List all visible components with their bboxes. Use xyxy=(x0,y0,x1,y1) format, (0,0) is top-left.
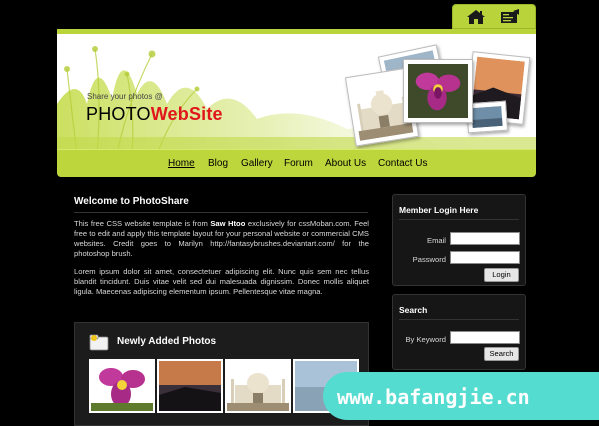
watermark-banner: www.bafangjie.cn xyxy=(323,372,599,420)
mail-icon[interactable] xyxy=(499,9,521,25)
nav-gallery[interactable]: Gallery xyxy=(241,158,273,169)
member-login-box: Member Login Here Email Password Login xyxy=(392,194,526,286)
thumb-sunset[interactable] xyxy=(157,359,223,413)
folder-icon xyxy=(89,334,109,351)
site-logo[interactable]: PHOTOWebSite xyxy=(86,104,223,125)
email-field[interactable] xyxy=(450,232,520,245)
header-banner: Share your photos @ PHOTOWebSite xyxy=(57,29,536,149)
nav-blog[interactable]: Blog xyxy=(208,158,228,169)
nav-about-us[interactable]: About Us xyxy=(325,158,366,169)
tagline: Share your photos @ xyxy=(87,92,163,101)
heading-divider xyxy=(74,212,368,213)
newly-added-photos-panel: Newly Added Photos xyxy=(74,322,369,426)
intro-text-pre: This free CSS website template is from xyxy=(74,219,211,228)
watermark-text: www.bafangjie.cn xyxy=(337,385,530,409)
newly-added-title: Newly Added Photos xyxy=(117,336,217,347)
top-icon-tab xyxy=(452,4,536,29)
search-box: Search By Keyword Search xyxy=(392,294,526,370)
nav-forum[interactable]: Forum xyxy=(284,158,313,169)
keyword-field[interactable] xyxy=(450,331,520,344)
logo-part2: WebSite xyxy=(150,104,223,124)
logo-part1: PHOTO xyxy=(86,104,151,124)
login-title: Member Login Here xyxy=(399,205,479,215)
lorem-paragraph: Lorem ipsum dolor sit amet, consectetuer… xyxy=(74,267,369,296)
thumb-tajmahal[interactable] xyxy=(225,359,291,413)
search-divider xyxy=(399,319,519,320)
email-label: Email xyxy=(427,236,446,245)
login-divider xyxy=(399,219,519,220)
home-icon[interactable] xyxy=(465,9,487,25)
login-button[interactable]: Login xyxy=(484,268,519,282)
keyword-label: By Keyword xyxy=(405,335,446,344)
nav-home[interactable]: Home xyxy=(168,158,195,169)
nav-contact-us[interactable]: Contact Us xyxy=(378,158,427,169)
password-field[interactable] xyxy=(450,251,520,264)
intro-paragraph: This free CSS website template is from S… xyxy=(74,219,369,259)
intro-author: Saw Htoo xyxy=(210,219,246,228)
thumb-orchid[interactable] xyxy=(89,359,155,413)
welcome-heading: Welcome to PhotoShare xyxy=(74,196,189,207)
header-photo-orchid xyxy=(403,59,473,123)
search-button[interactable]: Search xyxy=(484,347,519,361)
search-title: Search xyxy=(399,305,428,315)
password-label: Password xyxy=(412,255,446,264)
main-nav: Home Blog Gallery Forum About Us Contact… xyxy=(57,149,536,177)
